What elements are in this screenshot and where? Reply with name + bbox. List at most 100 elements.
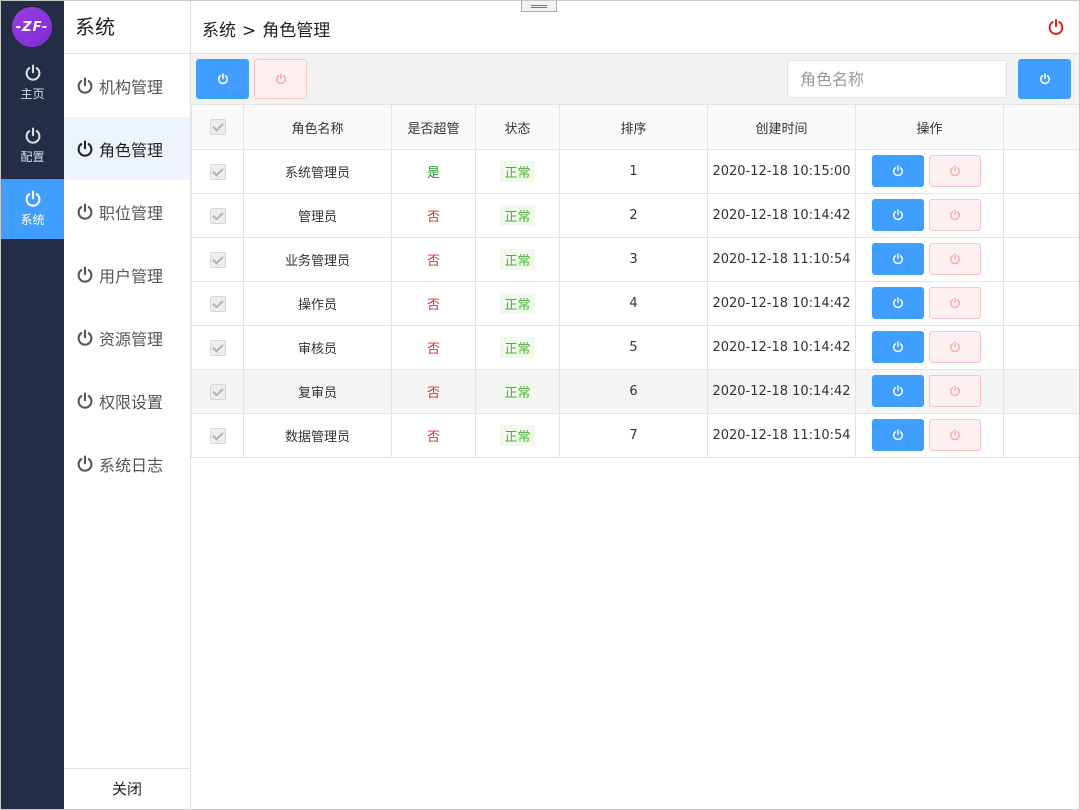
super-admin-cell: 否 bbox=[391, 369, 476, 414]
power-icon bbox=[950, 297, 960, 309]
super-admin-cell: 否 bbox=[391, 281, 476, 326]
created-time-cell: 2020-12-18 10:15:00 bbox=[707, 149, 856, 194]
row-select-cell[interactable] bbox=[191, 193, 244, 238]
role-name-cell: 审核员 bbox=[243, 325, 392, 370]
empty-cell bbox=[1003, 325, 1079, 370]
submenu-item[interactable]: 用户管理 bbox=[64, 243, 190, 306]
created-time-cell: 2020-12-18 10:14:42 bbox=[707, 325, 856, 370]
table-row[interactable]: 业务管理员 否 正常 3 2020-12-18 11:10:54 bbox=[191, 237, 1079, 282]
row-select-cell[interactable] bbox=[191, 413, 244, 458]
created-time-cell: 2020-12-18 10:14:42 bbox=[707, 193, 856, 238]
table-row[interactable]: 管理员 否 正常 2 2020-12-18 10:14:42 bbox=[191, 193, 1079, 238]
order-cell: 3 bbox=[559, 237, 708, 282]
actions-cell bbox=[855, 281, 1004, 326]
submenu-item[interactable]: 机构管理 bbox=[64, 54, 190, 117]
select-all-checkbox[interactable] bbox=[209, 119, 226, 135]
delete-role-button[interactable] bbox=[929, 375, 981, 407]
table-row[interactable]: 数据管理员 否 正常 7 2020-12-18 11:10:54 bbox=[191, 413, 1079, 458]
power-icon bbox=[950, 341, 960, 353]
actions-cell bbox=[855, 193, 1004, 238]
submenu-item[interactable]: 系统日志 bbox=[64, 432, 190, 495]
edit-role-button[interactable] bbox=[872, 331, 924, 363]
actions-cell bbox=[855, 149, 1004, 194]
power-icon bbox=[950, 165, 960, 177]
rail-item[interactable]: 系统 bbox=[1, 179, 64, 239]
edit-role-button[interactable] bbox=[872, 287, 924, 319]
delete-role-button[interactable] bbox=[929, 331, 981, 363]
row-checkbox[interactable] bbox=[209, 383, 226, 400]
row-select-cell[interactable] bbox=[191, 281, 244, 326]
role-name-search-input[interactable] bbox=[787, 60, 1007, 98]
row-select-cell[interactable] bbox=[191, 369, 244, 414]
role-name-cell: 数据管理员 bbox=[243, 413, 392, 458]
select-all-header[interactable] bbox=[191, 104, 244, 150]
submenu-item[interactable]: 资源管理 bbox=[64, 306, 190, 369]
row-checkbox[interactable] bbox=[209, 251, 226, 268]
row-select-cell[interactable] bbox=[191, 325, 244, 370]
rail-item[interactable]: 配置 bbox=[1, 116, 64, 176]
power-icon bbox=[893, 297, 903, 309]
power-icon bbox=[950, 385, 960, 397]
page-header: 系统 > 角色管理 bbox=[191, 1, 1079, 54]
search-button[interactable] bbox=[1018, 59, 1071, 99]
super-admin-cell: 否 bbox=[391, 237, 476, 282]
row-checkbox[interactable] bbox=[209, 295, 226, 312]
close-menu-button[interactable]: 关闭 bbox=[64, 768, 190, 809]
edit-role-button[interactable] bbox=[872, 419, 924, 451]
submenu-item[interactable]: 角色管理 bbox=[64, 117, 190, 180]
status-cell: 正常 bbox=[475, 413, 560, 458]
role-name-cell: 复审员 bbox=[243, 369, 392, 414]
table-row[interactable]: 操作员 否 正常 4 2020-12-18 10:14:42 bbox=[191, 281, 1079, 326]
row-checkbox[interactable] bbox=[209, 427, 226, 444]
power-icon bbox=[77, 265, 93, 283]
delete-role-button[interactable] bbox=[929, 287, 981, 319]
role-name-cell: 操作员 bbox=[243, 281, 392, 326]
empty-cell bbox=[1003, 413, 1079, 458]
power-icon bbox=[893, 385, 903, 397]
delete-role-button[interactable] bbox=[929, 419, 981, 451]
row-checkbox[interactable] bbox=[209, 207, 226, 224]
logout-power-icon[interactable] bbox=[1047, 18, 1065, 36]
table-row[interactable]: 系统管理员 是 正常 1 2020-12-18 10:15:00 bbox=[191, 149, 1079, 194]
table-toolbar bbox=[191, 54, 1079, 105]
breadcrumb-current: 角色管理 bbox=[262, 21, 331, 41]
super-admin-value: 是 bbox=[426, 166, 440, 181]
column-header: 角色名称 bbox=[243, 104, 392, 150]
add-role-button[interactable] bbox=[196, 59, 249, 99]
edit-role-button[interactable] bbox=[872, 199, 924, 231]
actions-cell bbox=[855, 325, 1004, 370]
submenu-item-label: 系统日志 bbox=[99, 455, 164, 475]
table-row[interactable]: 审核员 否 正常 5 2020-12-18 10:14:42 bbox=[191, 325, 1079, 370]
rail-item-label: 配置 bbox=[20, 150, 45, 164]
table-row[interactable]: 复审员 否 正常 6 2020-12-18 10:14:42 bbox=[191, 369, 1079, 414]
delete-role-button[interactable] bbox=[929, 199, 981, 231]
column-header: 是否超管 bbox=[391, 104, 476, 150]
power-icon bbox=[950, 209, 960, 221]
submenu-item[interactable]: 职位管理 bbox=[64, 180, 190, 243]
app-logo: -ZF- bbox=[12, 7, 52, 47]
window-drag-handle[interactable] bbox=[521, 1, 557, 12]
submenu-item[interactable]: 权限设置 bbox=[64, 369, 190, 432]
delete-role-button[interactable] bbox=[929, 155, 981, 187]
row-select-cell[interactable] bbox=[191, 237, 244, 282]
breadcrumb-item[interactable]: 系统 bbox=[202, 21, 236, 41]
edit-role-button[interactable] bbox=[872, 243, 924, 275]
row-checkbox[interactable] bbox=[209, 163, 226, 180]
created-time-cell: 2020-12-18 10:14:42 bbox=[707, 369, 856, 414]
row-checkbox[interactable] bbox=[209, 339, 226, 356]
status-cell: 正常 bbox=[475, 149, 560, 194]
status-badge: 正常 bbox=[500, 381, 535, 402]
super-admin-cell: 否 bbox=[391, 413, 476, 458]
delete-role-button[interactable] bbox=[929, 243, 981, 275]
edit-role-button[interactable] bbox=[872, 155, 924, 187]
delete-selected-button[interactable] bbox=[254, 59, 307, 99]
edit-role-button[interactable] bbox=[872, 375, 924, 407]
super-admin-value: 否 bbox=[426, 430, 440, 445]
order-cell: 7 bbox=[559, 413, 708, 458]
empty-cell bbox=[1003, 369, 1079, 414]
order-cell: 6 bbox=[559, 369, 708, 414]
row-select-cell[interactable] bbox=[191, 149, 244, 194]
rail-item[interactable]: 主页 bbox=[1, 53, 64, 113]
power-icon bbox=[275, 73, 286, 85]
power-icon bbox=[25, 190, 40, 207]
